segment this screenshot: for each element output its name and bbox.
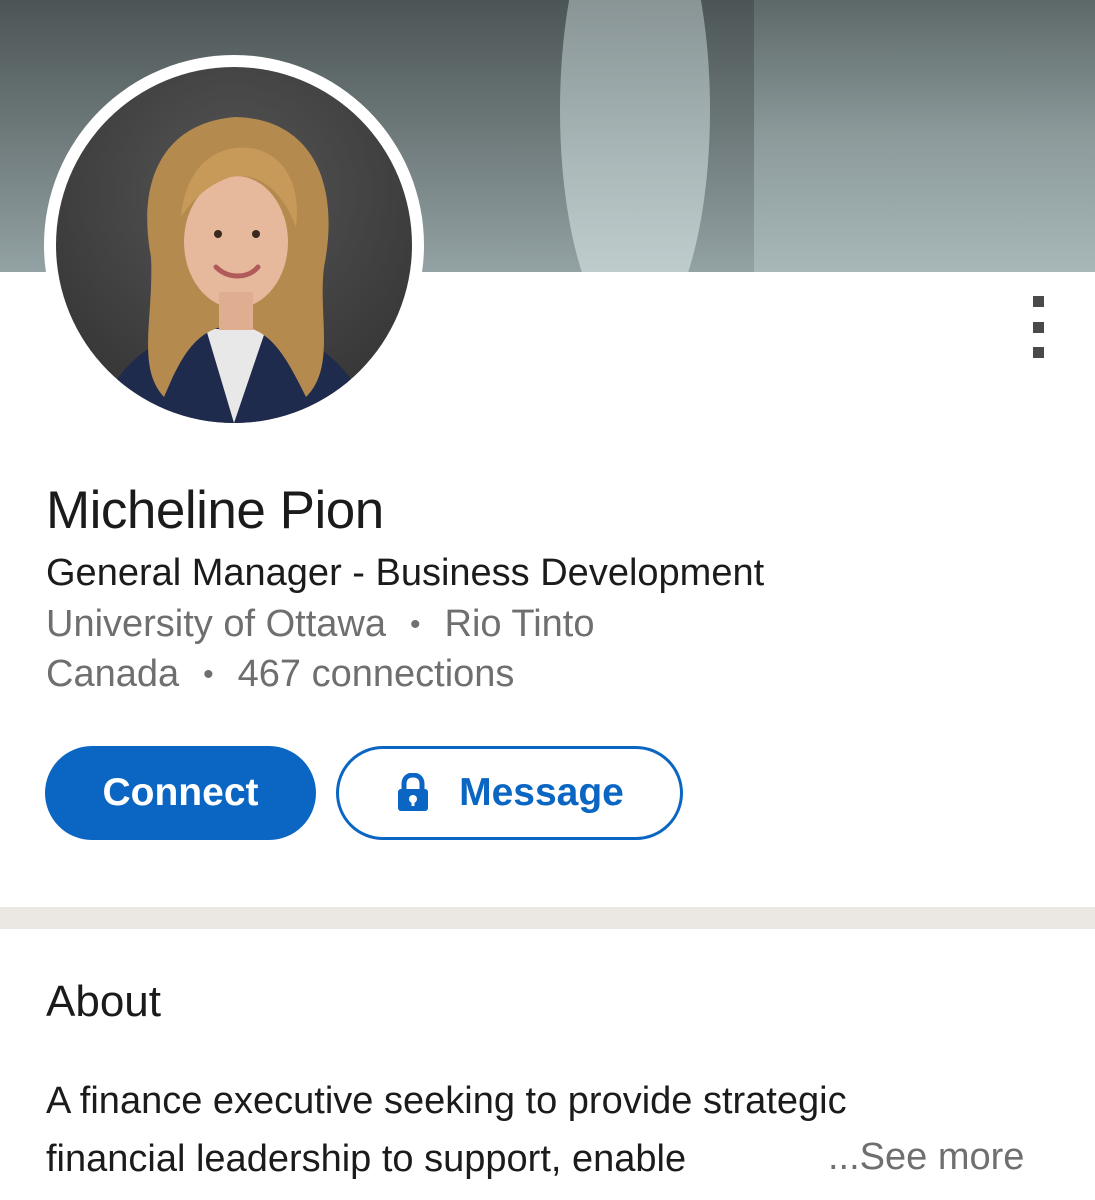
profile-headline: General Manager - Business Development	[46, 552, 765, 594]
location-text: Canada	[46, 653, 180, 695]
about-line: A finance executive seeking to provide s…	[46, 1080, 847, 1122]
separator-dot: •	[410, 607, 421, 641]
connect-button[interactable]: Connect	[45, 746, 316, 840]
banner-arc	[560, 0, 710, 272]
separator-dot: •	[203, 657, 214, 691]
see-more-link[interactable]: ...See more	[828, 1136, 1024, 1179]
more-options-icon[interactable]	[1018, 296, 1058, 358]
lock-icon	[395, 773, 431, 813]
about-heading: About	[46, 977, 161, 1026]
avatar[interactable]	[44, 55, 424, 435]
company-link[interactable]: Rio Tinto	[445, 603, 595, 646]
message-button[interactable]: Message	[336, 746, 683, 840]
more-dot	[1032, 347, 1044, 358]
profile-photo	[56, 67, 412, 423]
profile-location-connections: Canada • 467 connections	[46, 653, 514, 696]
banner-panel	[754, 0, 1095, 272]
profile-education-company: University of Ottawa • Rio Tinto	[46, 603, 594, 646]
message-label: Message	[459, 771, 624, 814]
profile-name: Micheline Pion	[46, 481, 384, 540]
connect-label: Connect	[102, 771, 259, 814]
connections-count[interactable]: 467 connections	[238, 653, 515, 696]
school-link[interactable]: University of Ottawa	[46, 603, 386, 646]
more-dot	[1032, 296, 1044, 307]
more-dot	[1032, 321, 1044, 333]
section-divider	[0, 907, 1095, 929]
